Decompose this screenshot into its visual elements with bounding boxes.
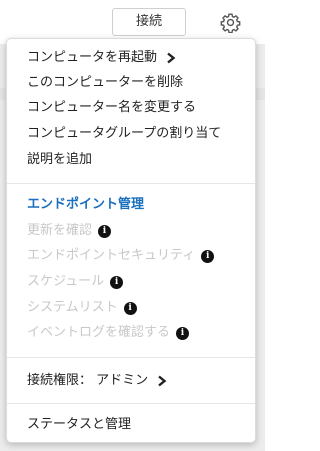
menu-item-system-list: システムリスト i: [27, 298, 137, 318]
menu-item-add-description[interactable]: 説明を追加: [27, 150, 92, 170]
menu-item-endpoint-security: エンドポイントセキュリティ i: [27, 246, 215, 266]
menu-item-status-management[interactable]: ステータスと管理: [27, 415, 131, 435]
menu-item-connection-permission[interactable]: 接続権限： アドミン: [27, 371, 167, 391]
menu-item-label: コンピュータを再起動: [27, 50, 158, 65]
context-menu: コンピュータを再起動 このコンピューターを削除 コンピューター名を変更する コン…: [6, 38, 256, 443]
menu-item-label: 接続権限： アドミン: [27, 373, 149, 388]
menu-item-label: コンピューター名を変更する: [27, 100, 197, 115]
menu-item-label: システムリスト: [27, 300, 118, 315]
chevron-right-icon: [158, 375, 167, 387]
info-icon[interactable]: i: [98, 224, 112, 238]
info-icon[interactable]: i: [123, 301, 137, 315]
menu-item-label: エンドポイントセキュリティ: [27, 248, 196, 263]
menu-item-assign-group[interactable]: コンピュータグループの割り当て: [27, 124, 221, 144]
menu-item-label: ステータスと管理: [27, 417, 132, 432]
menu-item-label: 説明を追加: [27, 152, 93, 167]
menu-item-restart[interactable]: コンピュータを再起動: [27, 48, 176, 68]
gear-icon[interactable]: [220, 12, 241, 33]
menu-item-label: スケジュール: [27, 274, 105, 289]
menu-divider: [7, 183, 255, 184]
connect-button[interactable]: 接続: [112, 8, 186, 36]
menu-item-label: イベントログを確認する: [27, 325, 171, 340]
menu-item-label: このコンピューターを削除: [27, 75, 184, 90]
menu-divider: [7, 403, 255, 404]
info-icon[interactable]: i: [176, 326, 190, 340]
menu-item-schedule: スケジュール i: [27, 272, 124, 292]
info-icon[interactable]: i: [110, 275, 124, 289]
menu-item-rename-computer[interactable]: コンピューター名を変更する: [27, 98, 196, 118]
menu-item-label: 更新を確認: [27, 223, 93, 238]
section-header-endpoint-management: エンドポイント管理: [27, 195, 144, 215]
chevron-right-icon: [167, 52, 176, 64]
menu-divider: [7, 357, 255, 358]
menu-item-check-event-log: イベントログを確認する i: [27, 323, 190, 343]
info-icon[interactable]: i: [201, 249, 215, 263]
section-header-label: エンドポイント管理: [27, 197, 145, 212]
menu-item-label: コンピュータグループの割り当て: [27, 126, 222, 141]
menu-item-delete-computer[interactable]: このコンピューターを削除: [27, 73, 183, 93]
menu-item-check-updates: 更新を確認 i: [27, 221, 112, 241]
